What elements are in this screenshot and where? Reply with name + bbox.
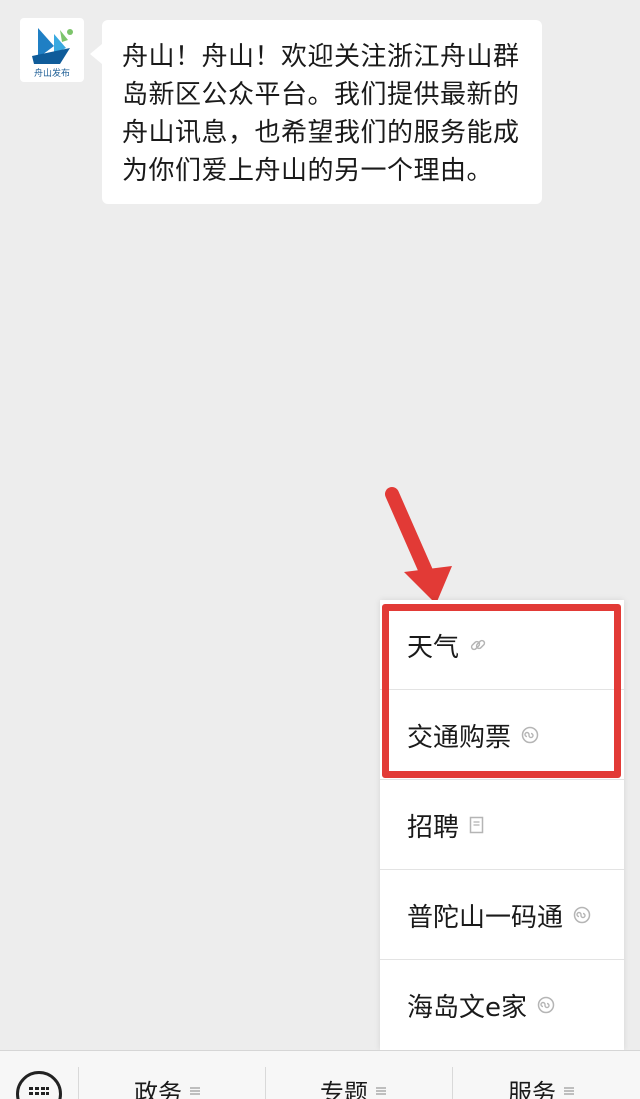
welcome-message-bubble: 舟山！舟山！欢迎关注浙江舟山群岛新区公众平台。我们提供最新的舟山讯息，也希望我们… — [90, 20, 542, 204]
submenu-icon — [190, 1086, 200, 1095]
mini-program-icon — [537, 996, 555, 1014]
mini-program-icon — [573, 906, 591, 924]
service-submenu: 天气 交通购票 招聘 普陀山一码通 海岛文e家 — [380, 600, 624, 1050]
link-icon — [469, 636, 487, 654]
welcome-message-text: 舟山！舟山！欢迎关注浙江舟山群岛新区公众平台。我们提供最新的舟山讯息，也希望我们… — [122, 42, 520, 186]
mini-program-icon — [521, 726, 539, 744]
tab-label: 专题 — [320, 1079, 368, 1099]
menu-item-label: 招聘 — [407, 812, 460, 843]
menu-item-transport-tickets[interactable]: 交通购票 — [380, 690, 624, 780]
avatar-logo-text: 舟山发布 — [34, 67, 70, 79]
tab-government-affairs[interactable]: 政务 — [134, 1073, 200, 1099]
menu-item-label: 天气 — [407, 632, 460, 663]
menu-item-label: 交通购票 — [407, 722, 512, 753]
submenu-icon — [564, 1086, 574, 1095]
tab-topics[interactable]: 专题 — [320, 1073, 386, 1099]
annotation-arrow-icon — [385, 487, 452, 604]
keyboard-icon — [29, 1087, 49, 1095]
menu-item-putuoshan-code[interactable]: 普陀山一码通 — [380, 870, 624, 960]
bar-divider — [78, 1067, 79, 1099]
tab-label: 政务 — [134, 1079, 182, 1099]
tab-label: 服务 — [508, 1079, 556, 1099]
bottom-menu-bar: 政务 专题 服务 — [0, 1050, 640, 1099]
tab-services[interactable]: 服务 — [508, 1073, 574, 1099]
keyboard-toggle-button[interactable] — [16, 1071, 62, 1099]
menu-item-label: 海岛文e家 — [407, 992, 527, 1023]
account-avatar[interactable]: 舟山发布 — [20, 18, 84, 82]
menu-item-label: 普陀山一码通 — [407, 902, 564, 933]
bar-divider — [452, 1067, 453, 1099]
zhoushan-sail-logo-icon: 舟山发布 — [32, 28, 73, 79]
menu-item-recruitment[interactable]: 招聘 — [380, 780, 624, 870]
menu-item-island-culture[interactable]: 海岛文e家 — [380, 960, 624, 1050]
bar-divider — [265, 1067, 266, 1099]
chat-screen: 舟山发布 舟山！舟山！欢迎关注浙江舟山群岛新区公众平台。我们提供最新的舟山讯息，… — [0, 0, 640, 1099]
menu-item-weather[interactable]: 天气 — [380, 600, 624, 690]
submenu-icon — [376, 1086, 386, 1095]
article-icon — [469, 816, 485, 834]
